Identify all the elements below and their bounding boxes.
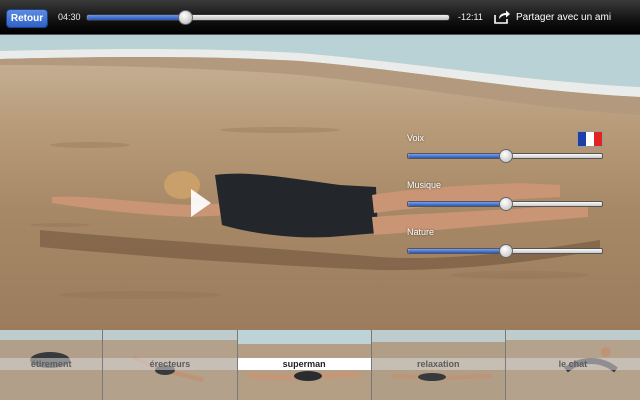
thumbnail-label: relaxation — [371, 358, 505, 370]
exercise-thumbnail-etirement[interactable]: étirement — [0, 330, 104, 400]
share-icon — [494, 10, 510, 24]
play-icon[interactable] — [190, 188, 212, 218]
exercise-thumbnail-erecteurs[interactable]: érecteurs — [103, 330, 238, 400]
nature-slider-thumb[interactable] — [499, 244, 513, 258]
music-label: Musique — [407, 180, 442, 190]
music-slider-thumb[interactable] — [499, 197, 513, 211]
nature-slider[interactable] — [407, 244, 603, 258]
voice-slider-fill — [408, 154, 505, 158]
flag-stripe-red — [594, 132, 602, 146]
exercise-thumbnail-strip: étirement érecteurs superman relaxation — [0, 330, 640, 400]
video-frame[interactable]: Voix Musique Nature — [0, 35, 640, 330]
playback-progress-fill — [87, 15, 185, 20]
thumbnail-label: érecteurs — [103, 358, 237, 370]
music-slider[interactable] — [407, 197, 603, 211]
thumbnail-label: superman — [237, 358, 371, 370]
player-toolbar: Retour 04:30 -12:11 Partager avec un ami — [0, 0, 640, 35]
share-button[interactable]: Partager avec un ami — [493, 7, 611, 27]
playback-scrubber[interactable] — [86, 10, 450, 25]
exercise-thumbnail-le-chat[interactable]: le chat — [505, 330, 640, 400]
voice-label: Voix — [407, 133, 425, 143]
nature-slider-fill — [408, 249, 505, 253]
nature-label: Nature — [407, 227, 435, 237]
flag-stripe-white — [586, 132, 594, 146]
music-slider-fill — [408, 202, 505, 206]
share-label: Partager avec un ami — [516, 11, 612, 23]
french-flag-icon[interactable] — [577, 131, 603, 147]
beach-scene-image — [0, 35, 640, 299]
elapsed-time: 04:30 — [58, 12, 81, 22]
playback-scrubber-thumb[interactable] — [177, 10, 193, 25]
remaining-time: -12:11 — [458, 12, 483, 22]
thumbnail-label: le chat — [505, 358, 640, 370]
voice-slider[interactable] — [407, 149, 603, 163]
back-button[interactable]: Retour — [6, 9, 48, 28]
exercise-thumbnail-superman[interactable]: superman — [237, 330, 372, 400]
voice-slider-thumb[interactable] — [499, 149, 513, 163]
exercise-thumbnail-relaxation[interactable]: relaxation — [371, 330, 506, 400]
thumbnail-label: étirement — [0, 358, 103, 370]
flag-stripe-blue — [578, 132, 586, 146]
